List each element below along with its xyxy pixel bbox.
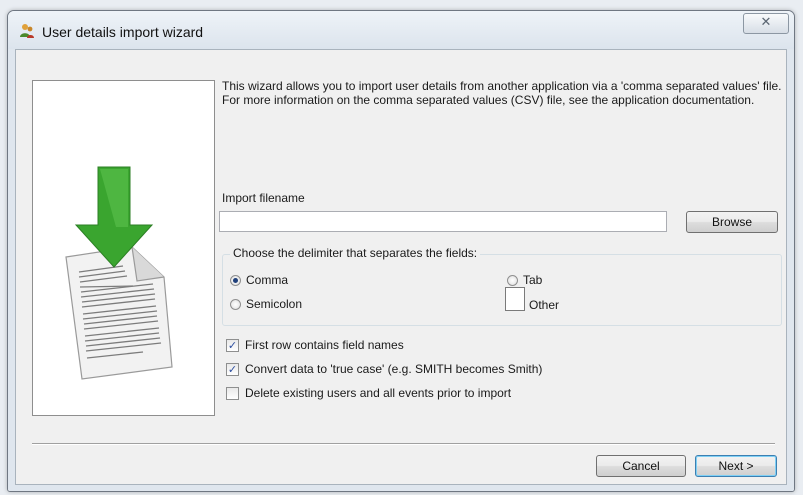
checkbox-first-row-box[interactable]: ✓ — [226, 338, 239, 352]
title-bar[interactable]: User details import wizard ✕ — [8, 11, 794, 49]
other-delimiter-label: Other — [529, 298, 560, 312]
checkbox-true-case-box[interactable]: ✓ — [226, 362, 239, 376]
radio-tab-label: Tab — [523, 273, 543, 287]
import-wizard-window: User details import wizard ✕ This wizard… — [7, 10, 795, 492]
browse-button[interactable]: Browse — [686, 211, 778, 233]
checkbox-true-case[interactable]: ✓ Convert data to 'true case' (e.g. SMIT… — [226, 362, 542, 376]
delimiter-groupbox — [222, 254, 782, 326]
import-filename-input[interactable] — [219, 211, 667, 232]
radio-comma[interactable]: Comma — [230, 273, 288, 287]
checkbox-first-row[interactable]: ✓ First row contains field names — [226, 338, 404, 352]
radio-comma-label: Comma — [246, 273, 289, 287]
close-icon: ✕ — [760, 15, 772, 30]
document-download-icon — [65, 166, 173, 380]
footer-separator — [32, 443, 775, 445]
next-button[interactable]: Next > — [695, 455, 777, 477]
checkbox-delete-existing-box[interactable] — [226, 386, 239, 400]
checkbox-delete-existing[interactable]: Delete existing users and all events pri… — [226, 386, 511, 400]
radio-comma-dot[interactable] — [230, 274, 241, 286]
delimiter-caption: Choose the delimiter that separates the … — [230, 246, 481, 260]
cancel-button[interactable]: Cancel — [596, 455, 686, 477]
intro-text: This wizard allows you to import user de… — [222, 79, 782, 107]
other-delimiter-input[interactable] — [505, 287, 525, 311]
checkbox-first-row-label: First row contains field names — [245, 338, 404, 352]
radio-semicolon-dot[interactable] — [230, 298, 241, 310]
radio-semicolon-label: Semicolon — [246, 297, 303, 311]
radio-tab[interactable]: Tab — [507, 273, 542, 287]
close-button[interactable]: ✕ — [743, 13, 789, 34]
users-icon — [20, 24, 34, 38]
window-title: User details import wizard — [42, 24, 204, 40]
checkbox-true-case-label: Convert data to 'true case' (e.g. SMITH … — [245, 362, 543, 376]
window-bottom-frame — [8, 485, 794, 491]
wizard-client-area: This wizard allows you to import user de… — [15, 49, 787, 485]
checkbox-delete-existing-label: Delete existing users and all events pri… — [245, 386, 512, 400]
import-filename-label: Import filename — [222, 191, 305, 205]
radio-tab-dot[interactable] — [507, 274, 518, 286]
wizard-graphic-panel — [32, 80, 215, 416]
radio-semicolon[interactable]: Semicolon — [230, 297, 302, 311]
